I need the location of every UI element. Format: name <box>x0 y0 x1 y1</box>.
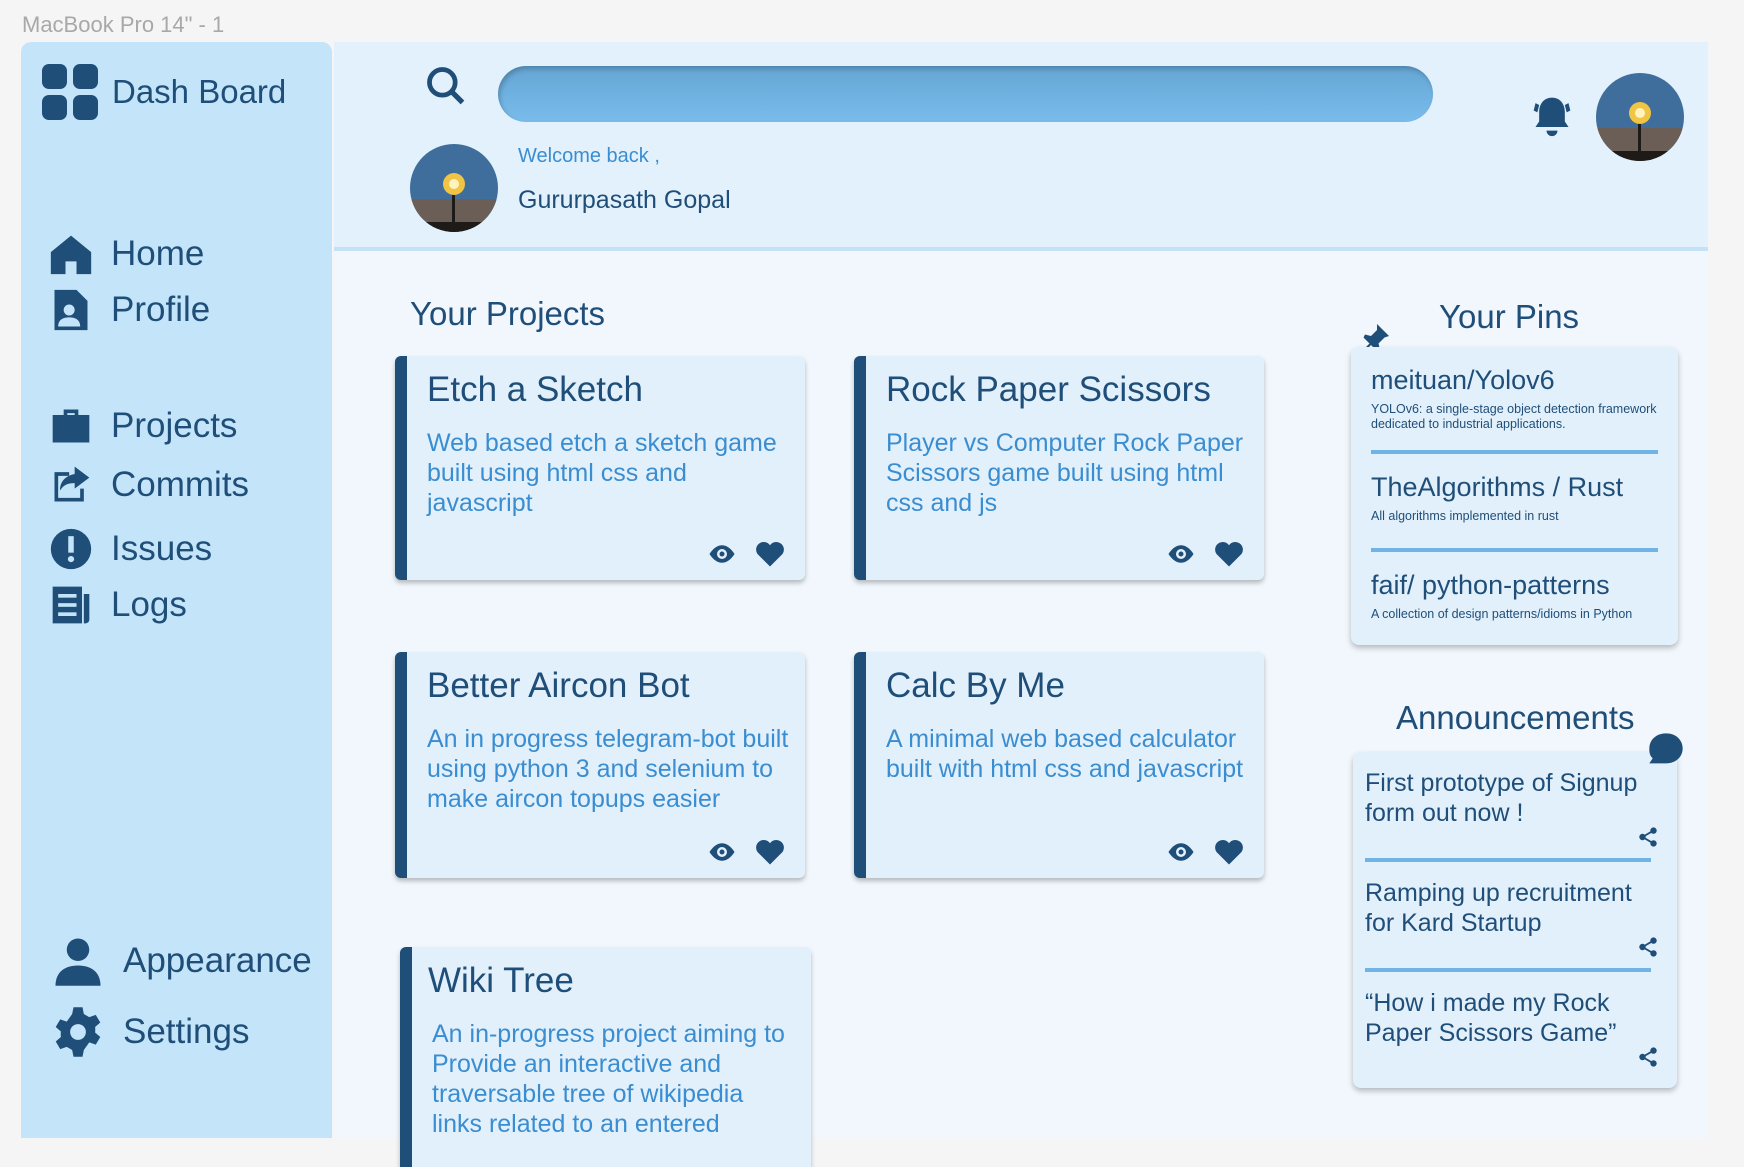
sidebar-item-commits[interactable]: Commits <box>49 463 249 507</box>
announcement-text: Ramping up recruitment for Kard Startup <box>1365 879 1632 937</box>
sidebar-item-label: Logs <box>111 585 187 624</box>
project-title: Etch a Sketch <box>427 370 643 409</box>
project-title: Rock Paper Scissors <box>886 370 1211 409</box>
announcements-title: Announcements <box>1396 699 1635 736</box>
brand[interactable]: Dash Board <box>42 64 286 120</box>
main-content: Your Projects Etch a Sketch Web based etc… <box>334 251 1708 1167</box>
sidebar-item-label: Projects <box>111 406 238 445</box>
announcement-item[interactable]: “How i made my Rock Paper Scissors Game” <box>1353 972 1677 1078</box>
sidebar-item-issues[interactable]: Issues <box>49 527 212 571</box>
project-card[interactable]: Rock Paper Scissors Player vs Computer Ro… <box>854 356 1264 580</box>
announcement-text: First prototype of Signup form out now ! <box>1365 769 1638 827</box>
user-avatar[interactable] <box>410 144 498 232</box>
project-title: Wiki Tree <box>428 961 574 1000</box>
projects-title: Your Projects <box>410 295 606 332</box>
eye-icon[interactable] <box>1166 540 1196 568</box>
project-desc: A minimal web based calculator built wit… <box>886 725 1244 783</box>
sidebar: Dash Board Home Profile Projects Commits… <box>21 42 332 1138</box>
sidebar-item-profile[interactable]: Profile <box>49 288 210 332</box>
welcome-text: Welcome back , <box>518 145 660 167</box>
sidebar-item-label: Settings <box>123 1012 250 1051</box>
project-card[interactable]: Calc By Me A minimal web based calculator… <box>854 652 1264 878</box>
eye-icon[interactable] <box>707 838 737 866</box>
pin-item[interactable]: faif/ python-patterns A collection of des… <box>1351 570 1678 622</box>
user-name: Gururpasath Gopal <box>518 186 731 214</box>
sidebar-item-logs[interactable]: Logs <box>49 583 187 627</box>
dashboard-icon <box>42 64 98 120</box>
alert-icon <box>50 528 92 570</box>
pin-item[interactable]: TheAlgorithms / Rust All algorithms imple… <box>1351 472 1678 524</box>
frame-label: MacBook Pro 14" - 1 <box>22 12 225 37</box>
gear-icon <box>55 1007 101 1057</box>
pin-desc: YOLOv6: a single-stage object detection … <box>1371 402 1657 431</box>
divider <box>1371 548 1658 552</box>
announcements-panel: First prototype of Signup form out now !… <box>1353 752 1677 1088</box>
brand-label: Dash Board <box>112 73 287 110</box>
project-desc: Player vs Computer Rock Paper Scissors g… <box>886 429 1244 517</box>
sidebar-item-label: Appearance <box>123 941 312 980</box>
header: Welcome back , Gururpasath Gopal <box>334 42 1708 251</box>
avatar-image <box>1596 73 1684 161</box>
pin-name: faif/ python-patterns <box>1371 570 1610 600</box>
share-icon <box>54 466 90 502</box>
avatar[interactable] <box>1596 73 1684 161</box>
avatar-image <box>410 144 498 232</box>
pin-item[interactable]: meituan/Yolov6 YOLOv6: a single-stage obj… <box>1351 365 1678 432</box>
sidebar-item-settings[interactable]: Settings <box>51 1005 249 1059</box>
home-icon <box>50 235 92 275</box>
share-icon[interactable] <box>1637 936 1659 958</box>
eye-icon[interactable] <box>707 540 737 568</box>
sidebar-item-label: Commits <box>111 465 250 504</box>
pins-title: Your Pins <box>1439 298 1580 335</box>
pin-desc: A collection of design patterns/idioms i… <box>1371 607 1633 621</box>
project-card[interactable]: Wiki Tree An in-progress project aiming t… <box>400 947 811 1167</box>
pin-name: TheAlgorithms / Rust <box>1371 472 1624 502</box>
share-icon[interactable] <box>1637 1046 1659 1068</box>
bell-icon[interactable] <box>1530 94 1574 138</box>
project-card[interactable]: Better Aircon Bot An in progress telegram… <box>395 652 805 878</box>
profile-icon <box>54 289 88 331</box>
sidebar-item-label: Issues <box>111 529 213 568</box>
project-desc: An in progress telegram-bot built using … <box>427 725 789 813</box>
project-title: Calc By Me <box>886 666 1065 705</box>
pin-name: meituan/Yolov6 <box>1371 365 1555 395</box>
pins-panel: meituan/Yolov6 YOLOv6: a single-stage obj… <box>1351 347 1678 645</box>
announcement-text: “How i made my Rock Paper Scissors Game” <box>1365 989 1617 1047</box>
search-input[interactable] <box>498 66 1433 122</box>
sidebar-item-appearance[interactable]: Appearance <box>51 934 312 988</box>
heart-icon[interactable] <box>1214 838 1244 866</box>
chat-bubble-icon <box>1649 733 1683 764</box>
project-title: Better Aircon Bot <box>427 666 690 705</box>
sidebar-item-home[interactable]: Home <box>49 232 204 276</box>
sidebar-item-label: Home <box>111 234 205 273</box>
logs-icon <box>52 586 90 624</box>
share-icon[interactable] <box>1637 826 1659 848</box>
eye-icon[interactable] <box>1166 838 1196 866</box>
announcement-item[interactable]: Ramping up recruitment for Kard Startup <box>1353 862 1677 968</box>
heart-icon[interactable] <box>755 838 785 866</box>
search-icon[interactable] <box>424 64 468 108</box>
heart-icon[interactable] <box>755 540 785 568</box>
project-desc: An in-progress project aiming to Provide… <box>432 1020 785 1138</box>
user-icon <box>55 938 101 986</box>
heart-icon[interactable] <box>1214 540 1244 568</box>
sidebar-item-label: Profile <box>111 290 211 329</box>
sidebar-item-projects[interactable]: Projects <box>49 404 237 448</box>
project-card[interactable]: Etch a Sketch Web based etch a sketch gam… <box>395 356 805 580</box>
project-desc: Web based etch a sketch game built using… <box>427 429 777 517</box>
divider <box>1371 450 1658 454</box>
announcement-item[interactable]: First prototype of Signup form out now ! <box>1353 752 1677 858</box>
briefcase-icon <box>52 409 90 443</box>
pin-desc: All algorithms implemented in rust <box>1371 509 1559 523</box>
